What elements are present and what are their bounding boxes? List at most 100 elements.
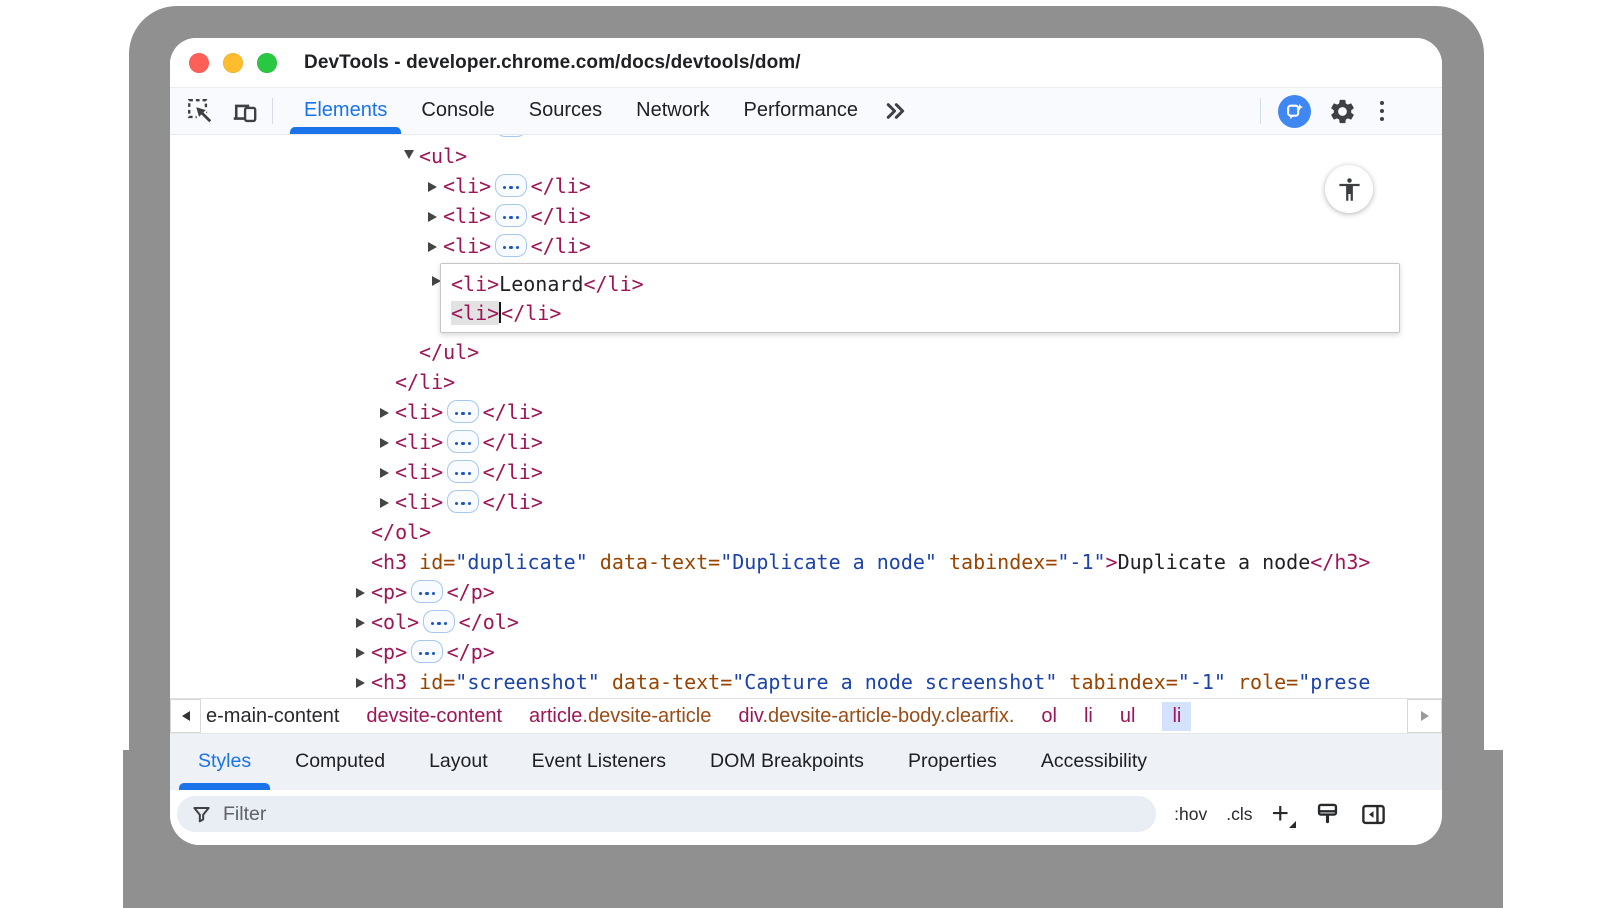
disclosure-right-icon[interactable] bbox=[428, 201, 443, 231]
dom-tree-row[interactable]: <li></li> bbox=[170, 487, 1442, 517]
tab-performance[interactable]: Performance bbox=[727, 88, 876, 134]
expand-ellipsis-badge[interactable] bbox=[495, 135, 527, 137]
disclosure-right-icon[interactable] bbox=[380, 457, 395, 487]
dom-tree-row[interactable]: <ol></ol> bbox=[170, 607, 1442, 637]
disclosure-right-icon[interactable] bbox=[356, 637, 371, 667]
breadcrumb-scroll-right-button[interactable] bbox=[1407, 699, 1442, 733]
device-toolbar-icon[interactable] bbox=[230, 97, 258, 125]
tab-sources[interactable]: Sources bbox=[512, 88, 619, 134]
element-classes-button[interactable]: .cls bbox=[1226, 804, 1252, 825]
expand-ellipsis-badge[interactable] bbox=[423, 610, 455, 633]
ai-assistance-icon[interactable] bbox=[1278, 95, 1311, 128]
expand-ellipsis-badge[interactable] bbox=[447, 430, 479, 453]
dom-tree-row[interactable]: <li></li> bbox=[170, 231, 1442, 261]
disclosure-right-icon[interactable] bbox=[380, 397, 395, 427]
dom-tree-row[interactable]: <li></li> bbox=[170, 397, 1442, 427]
dom-token-tag: </li> bbox=[483, 490, 543, 514]
inspect-cursor-icon[interactable] bbox=[186, 97, 214, 125]
disclosure-right-icon[interactable] bbox=[356, 607, 371, 637]
zoom-window-button[interactable] bbox=[257, 53, 277, 73]
dom-tree: <li></li><ul><li></li><li></li><li></li>… bbox=[170, 135, 1442, 698]
dom-token-tag: </li> bbox=[483, 400, 543, 424]
disclosure-right-icon[interactable] bbox=[356, 667, 371, 697]
close-window-button[interactable] bbox=[189, 53, 209, 73]
minimize-window-button[interactable] bbox=[223, 53, 243, 73]
toggle-element-state-button[interactable]: :hov bbox=[1174, 804, 1207, 825]
breadcrumb-part: .devsite-article bbox=[582, 705, 711, 727]
breadcrumb-part: e-main-content bbox=[206, 705, 339, 727]
tab-styles[interactable]: Styles bbox=[176, 734, 273, 790]
expand-ellipsis-badge[interactable] bbox=[411, 580, 443, 603]
dom-tree-row[interactable]: </ul> bbox=[170, 337, 1442, 367]
expand-ellipsis-badge[interactable] bbox=[495, 174, 527, 197]
kebab-menu-icon[interactable] bbox=[1374, 101, 1391, 122]
tab-event-listeners[interactable]: Event Listeners bbox=[510, 734, 688, 790]
disclosure-down-icon[interactable] bbox=[404, 141, 419, 171]
breadcrumb-item[interactable]: devsite-content bbox=[366, 705, 502, 728]
dom-token-tag: <ul> bbox=[419, 144, 467, 168]
toolbar-divider bbox=[272, 98, 273, 124]
expand-ellipsis-badge[interactable] bbox=[447, 400, 479, 423]
dom-tree-row[interactable]: <h3 id="duplicate" data-text="Duplicate … bbox=[170, 547, 1442, 577]
dom-token-tag: <li> bbox=[443, 234, 491, 258]
dom-tree-row[interactable]: <p></p> bbox=[170, 577, 1442, 607]
filter-placeholder: Filter bbox=[223, 803, 266, 826]
filter-funnel-icon bbox=[191, 804, 212, 825]
expand-ellipsis-badge[interactable] bbox=[411, 640, 443, 663]
dom-tree-row[interactable]: <li></li> bbox=[170, 457, 1442, 487]
breadcrumb-item-selected[interactable]: li bbox=[1162, 702, 1191, 731]
gear-icon[interactable] bbox=[1328, 97, 1357, 126]
disclosure-right-icon[interactable] bbox=[428, 231, 443, 261]
dom-token-tag: <h3 bbox=[371, 670, 407, 694]
dom-token-val: "duplicate" bbox=[455, 550, 587, 574]
disclosure-right-icon[interactable] bbox=[428, 171, 443, 201]
tab-elements[interactable]: Elements bbox=[287, 88, 404, 134]
chevron-double-right-icon[interactable] bbox=[879, 96, 909, 126]
brush-icon[interactable] bbox=[1314, 801, 1341, 828]
tab-console[interactable]: Console bbox=[404, 88, 511, 134]
breadcrumb-part: div bbox=[738, 705, 762, 727]
dom-token-attr: id= bbox=[407, 670, 455, 694]
toolbar-left-icons bbox=[170, 88, 258, 134]
dom-tree-row[interactable]: <p></p> bbox=[170, 637, 1442, 667]
dom-tree-row[interactable]: <li></li> bbox=[170, 171, 1442, 201]
dom-tree-row[interactable]: </li> bbox=[170, 367, 1442, 397]
tab-dom-breakpoints[interactable]: DOM Breakpoints bbox=[688, 734, 886, 790]
breadcrumb-scroll-left-button[interactable] bbox=[170, 699, 201, 733]
dom-tree-row-editing[interactable]: <li>Leonard</li><li></li> bbox=[170, 261, 1442, 337]
expand-ellipsis-badge[interactable] bbox=[495, 204, 527, 227]
breadcrumb-item[interactable]: article.devsite-article bbox=[529, 705, 711, 728]
dom-tree-row[interactable]: <h3 id="screenshot" data-text="Capture a… bbox=[170, 667, 1442, 697]
tab-layout[interactable]: Layout bbox=[407, 734, 510, 790]
breadcrumb-item[interactable]: div.devsite-article-body.clearfix. bbox=[738, 705, 1014, 728]
disclosure-right-icon[interactable] bbox=[356, 577, 371, 607]
expand-ellipsis-badge[interactable] bbox=[447, 460, 479, 483]
tab-computed[interactable]: Computed bbox=[273, 734, 407, 790]
plus-new-style-rule-icon[interactable]: + bbox=[1271, 799, 1295, 829]
breadcrumb-item[interactable]: ul bbox=[1120, 705, 1136, 728]
edit-as-html-box[interactable]: <li>Leonard</li><li></li> bbox=[440, 263, 1400, 333]
breadcrumb-bar: e-main-content devsite-content article.dev… bbox=[170, 698, 1442, 733]
expand-ellipsis-badge[interactable] bbox=[495, 234, 527, 257]
window-title: DevTools - developer.chrome.com/docs/dev… bbox=[304, 52, 801, 74]
dom-tree-row[interactable]: </ol> bbox=[170, 517, 1442, 547]
tab-properties[interactable]: Properties bbox=[886, 734, 1019, 790]
dom-tree-row[interactable]: <ul> bbox=[170, 141, 1442, 171]
accessibility-widget-button[interactable] bbox=[1325, 165, 1373, 213]
dom-token-tag: <p> bbox=[371, 640, 407, 664]
tab-accessibility[interactable]: Accessibility bbox=[1019, 734, 1169, 790]
dom-token-attr: data-text= bbox=[600, 670, 732, 694]
breadcrumb-item[interactable]: li bbox=[1084, 705, 1093, 728]
breadcrumb-item[interactable]: ol bbox=[1041, 705, 1057, 728]
breadcrumb-item[interactable]: e-main-content bbox=[206, 705, 339, 728]
devtools-window: DevTools - developer.chrome.com/docs/dev… bbox=[170, 38, 1442, 845]
disclosure-right-icon[interactable] bbox=[380, 487, 395, 517]
disclosure-right-icon[interactable] bbox=[380, 427, 395, 457]
dom-tree-row[interactable]: <li></li> bbox=[170, 201, 1442, 231]
styles-filter-input[interactable]: Filter bbox=[177, 796, 1156, 832]
toggle-sidebar-icon[interactable] bbox=[1360, 801, 1387, 828]
expand-ellipsis-badge[interactable] bbox=[447, 490, 479, 513]
dom-token-attr: data-text= bbox=[588, 550, 720, 574]
tab-network[interactable]: Network bbox=[619, 88, 726, 134]
dom-tree-row[interactable]: <li></li> bbox=[170, 427, 1442, 457]
